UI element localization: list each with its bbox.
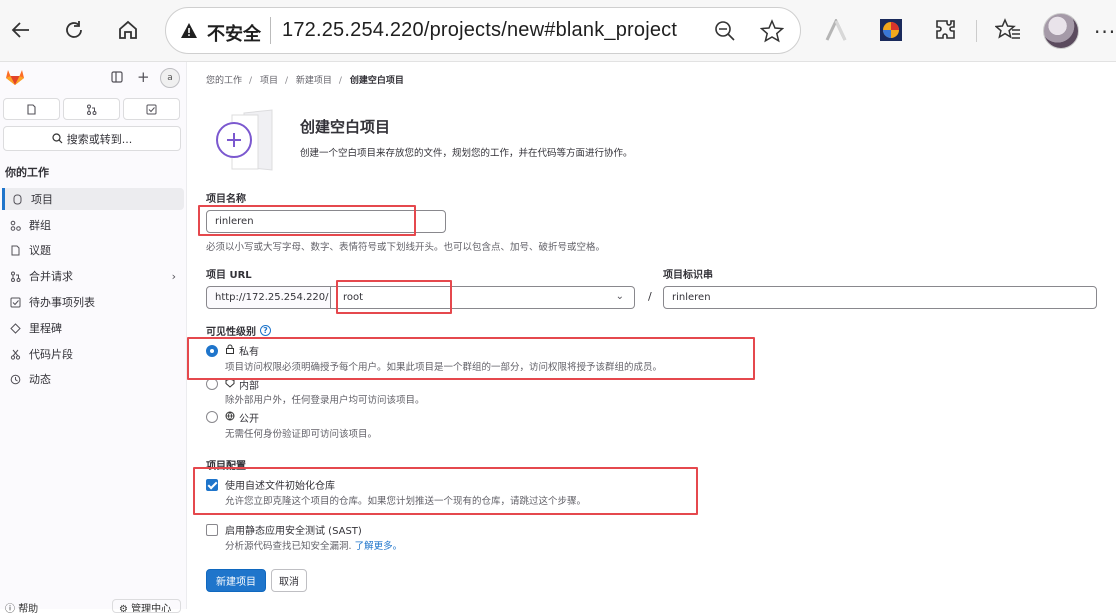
visibility-internal-desc: 除外部用户外，任何登录用户均可访问该项目。: [225, 395, 425, 406]
sidebar-item-label: 议题: [29, 244, 51, 257]
snippet-icon: [8, 349, 22, 360]
breadcrumb-item[interactable]: 项目: [260, 76, 278, 86]
project-url-label: 项目 URL: [206, 270, 252, 281]
highlight-box-namespace: [336, 280, 452, 314]
gitlab-logo-icon[interactable]: [5, 68, 25, 90]
address-bar[interactable]: 不安全 172.25.254.220/projects/new#blank_pr…: [165, 7, 801, 54]
sidebar-item-merge-requests[interactable]: 合并请求 ›: [0, 265, 184, 287]
activity-icon: [8, 374, 22, 385]
home-icon[interactable]: [113, 15, 143, 45]
sidebar-item-groups[interactable]: 群组: [0, 214, 184, 236]
sast-checkbox[interactable]: [206, 524, 218, 536]
extension-icon[interactable]: [824, 16, 852, 44]
issues-icon: [8, 245, 22, 256]
visibility-label: 可见性级别: [206, 327, 256, 338]
more-menu-icon[interactable]: ···: [1094, 20, 1116, 44]
todo-icon: [8, 297, 22, 308]
issues-count-button[interactable]: [3, 98, 60, 120]
zoom-icon[interactable]: [714, 20, 736, 46]
project-slug-label: 项目标识串: [663, 270, 713, 281]
globe-icon: [225, 411, 235, 424]
favorite-star-icon[interactable]: [759, 19, 785, 47]
project-slug-input[interactable]: rinleren: [663, 286, 1097, 309]
colorful-extension-icon[interactable]: [877, 16, 905, 44]
sast-title[interactable]: 启用静态应用安全测试 (SAST): [225, 522, 362, 537]
help-icon: ⓘ: [5, 604, 15, 615]
visibility-label-row: 可见性级别 ?: [206, 323, 271, 338]
visibility-public-title[interactable]: 公开: [225, 410, 259, 425]
todo-icon: [146, 104, 157, 114]
page-description: 创建一个空白项目来存放您的文件，规划您的工作，并在代码等方面进行协作。: [300, 148, 633, 159]
breadcrumb-item[interactable]: 新建项目: [296, 76, 332, 86]
visibility-option-label: 公开: [239, 414, 259, 425]
blank-project-illustration: [214, 109, 278, 171]
sidebar-item-snippets[interactable]: 代码片段: [0, 343, 184, 365]
create-project-button[interactable]: 新建项目: [206, 569, 266, 592]
favorites-icon[interactable]: [994, 16, 1022, 44]
visibility-public-desc: 无需任何身份验证即可访问该项目。: [225, 429, 378, 440]
chevron-right-icon: ›: [171, 269, 176, 283]
merge-request-icon: [8, 271, 22, 282]
breadcrumb-current[interactable]: 创建空白项目: [350, 76, 404, 86]
project-icon: [10, 194, 24, 205]
admin-area-button[interactable]: ⚙ 管理中心: [112, 599, 181, 613]
visibility-public-radio[interactable]: [206, 411, 218, 423]
sidebar-item-activity[interactable]: 动态: [0, 368, 184, 390]
sidebar-item-label: 待办事项列表: [29, 296, 95, 309]
user-avatar[interactable]: a: [160, 68, 180, 88]
learn-more-link[interactable]: 了解更多。: [355, 541, 403, 552]
page-title: 创建空白项目: [300, 118, 391, 136]
quick-actions: [3, 98, 180, 120]
highlight-box-readme: [193, 467, 698, 515]
toolbar-divider: [976, 20, 977, 42]
sidebar: + a 搜索或转到... 你的工作 项目 群组 议题 合并请求 › 待办事项列表: [0, 62, 187, 615]
merge-requests-count-button[interactable]: [63, 98, 120, 120]
puzzle-icon[interactable]: [932, 16, 960, 44]
group-icon: [8, 220, 22, 231]
insecure-label[interactable]: 不安全: [207, 20, 261, 46]
sidebar-item-label: 代码片段: [29, 348, 73, 361]
search-button[interactable]: 搜索或转到...: [3, 126, 181, 151]
url-separator: /: [648, 290, 652, 303]
highlight-box-visibility: [187, 337, 755, 380]
refresh-icon[interactable]: [59, 15, 89, 45]
sast-desc-row: 分析源代码查找已知安全漏洞. 了解更多。: [225, 538, 402, 552]
warning-icon[interactable]: [180, 22, 198, 44]
project-name-label: 项目名称: [206, 194, 246, 205]
sidebar-item-label: 合并请求: [29, 270, 73, 283]
highlight-box-name: [198, 205, 416, 236]
milestone-icon: [8, 322, 22, 334]
todos-count-button[interactable]: [123, 98, 180, 120]
sidebar-item-issues[interactable]: 议题: [0, 239, 184, 261]
question-icon[interactable]: ?: [260, 325, 271, 336]
sidebar-section-title: 你的工作: [5, 166, 49, 179]
search-label: 搜索或转到...: [66, 132, 133, 146]
help-label: 帮助: [18, 604, 39, 615]
sidebar-item-projects[interactable]: 项目: [2, 188, 184, 210]
breadcrumb-item[interactable]: 您的工作: [206, 76, 242, 86]
sidebar-item-todos[interactable]: 待办事项列表: [0, 291, 184, 313]
cancel-button[interactable]: 取消: [271, 569, 307, 592]
sidebar-item-label: 项目: [31, 193, 53, 206]
issues-icon: [27, 103, 36, 115]
breadcrumb: 您的工作 / 项目 / 新建项目 / 创建空白项目: [206, 76, 404, 86]
chevron-down-icon: ⌄: [615, 291, 624, 302]
search-icon: [52, 133, 63, 144]
project-name-help: 必须以小写或大写字母、数字、表情符号或下划线开头。也可以包含点、加号、破折号或空…: [206, 242, 606, 253]
url-text[interactable]: 172.25.254.220/projects/new#blank_projec…: [282, 19, 677, 42]
back-icon[interactable]: [6, 15, 36, 45]
url-prefix: http://172.25.254.220/: [206, 286, 331, 309]
sidebar-toggle-icon[interactable]: [111, 71, 123, 87]
sidebar-item-label: 里程碑: [29, 322, 62, 335]
merge-request-icon: [87, 104, 97, 115]
sast-desc: 分析源代码查找已知安全漏洞.: [225, 541, 352, 552]
plus-icon[interactable]: +: [137, 68, 150, 86]
sidebar-item-label: 动态: [29, 373, 51, 386]
address-divider: [270, 17, 271, 44]
sidebar-item-milestones[interactable]: 里程碑: [0, 317, 184, 339]
help-button[interactable]: ⓘ 帮助: [5, 600, 38, 615]
profile-avatar[interactable]: [1043, 13, 1079, 49]
browser-toolbar: 不安全 172.25.254.220/projects/new#blank_pr…: [0, 0, 1116, 62]
sidebar-item-label: 群组: [29, 219, 51, 232]
